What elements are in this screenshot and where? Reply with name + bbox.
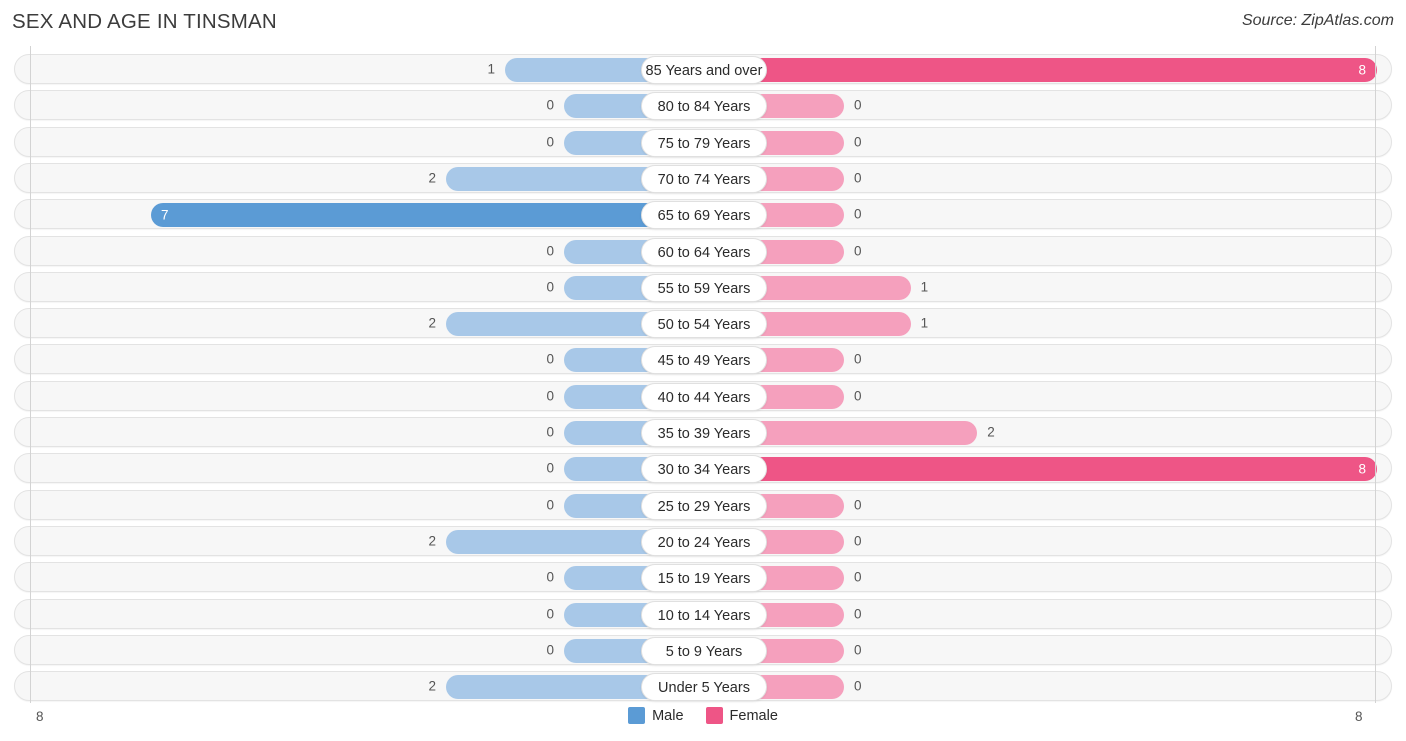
table-row: 2 0 20 to 24 Years	[14, 525, 1392, 556]
bar-value-male: 0	[546, 424, 554, 440]
bar-value-female-inside: 8	[1358, 62, 1366, 78]
bar-value-female: 0	[854, 206, 862, 222]
bar-value-male: 0	[546, 569, 554, 585]
table-row: 0 0 40 to 44 Years	[14, 380, 1392, 411]
category-label: 35 to 39 Years	[641, 419, 767, 447]
bar-value-male: 0	[546, 497, 554, 513]
bar-value-male: 2	[428, 533, 436, 549]
chart-header: SEX AND AGE IN TINSMAN Source: ZipAtlas.…	[0, 0, 1406, 46]
table-row: 0 0 80 to 84 Years	[14, 90, 1392, 121]
table-row: 0 2 35 to 39 Years	[14, 417, 1392, 447]
table-row: 8 1 85 Years and over	[14, 54, 1392, 84]
bar-value-female: 0	[854, 388, 862, 404]
chart-page: SEX AND AGE IN TINSMAN Source: ZipAtlas.…	[0, 0, 1406, 741]
table-row: 2 0 Under 5 Years	[14, 671, 1392, 702]
bar-value-female: 0	[854, 243, 862, 258]
category-label: 15 to 19 Years	[641, 564, 767, 593]
legend-swatch-female-icon	[705, 707, 723, 724]
bar-value-female: 1	[920, 279, 929, 295]
table-row: 0 0 25 to 29 Years	[14, 489, 1392, 520]
bar-value-male: 1	[487, 61, 495, 77]
category-label: 85 Years and over	[641, 56, 767, 84]
bar-value-female: 0	[854, 606, 862, 621]
bar-value-male: 0	[546, 279, 554, 295]
legend-label-male: Male	[652, 707, 684, 724]
category-label: 20 to 24 Years	[641, 527, 767, 556]
table-row: 0 0 45 to 49 Years	[14, 344, 1392, 375]
category-label: 75 to 79 Years	[641, 128, 767, 157]
table-row: 0 0 15 to 19 Years	[14, 562, 1392, 593]
legend-item-male[interactable]: Male	[628, 707, 684, 724]
table-row: 7 0 65 to 69 Years	[14, 199, 1392, 230]
bar-value-female: 2	[987, 424, 995, 440]
bar-value-female: 0	[854, 497, 862, 513]
bar-value-female: 0	[854, 642, 862, 658]
table-row: 8 0 30 to 34 Years	[14, 453, 1392, 484]
bar-value-female-inside: 8	[1358, 461, 1366, 477]
table-row: 2 1 50 to 54 Years	[14, 308, 1392, 339]
bar-value-male: 0	[546, 351, 554, 367]
table-row: 0 0 60 to 64 Years	[14, 235, 1392, 266]
category-label: 25 to 29 Years	[641, 491, 767, 520]
chart-legend: Male Female	[0, 707, 1406, 724]
category-label: 55 to 59 Years	[641, 273, 767, 302]
category-label: 65 to 69 Years	[641, 201, 767, 230]
bar-value-male: 2	[428, 678, 436, 694]
legend-swatch-male-icon	[628, 707, 646, 724]
chart-footer: 8 8 Male Female	[0, 703, 1406, 741]
bar-value-male: 2	[428, 315, 436, 331]
source-attribution: Source: ZipAtlas.com	[1241, 12, 1394, 29]
legend-item-female[interactable]: Female	[705, 707, 778, 724]
bar-female: 8	[701, 457, 1377, 482]
bar-value-female: 0	[854, 678, 862, 694]
category-label: 45 to 49 Years	[641, 346, 767, 375]
bar-value-female: 0	[854, 533, 862, 549]
page-title: SEX AND AGE IN TINSMAN	[12, 10, 277, 33]
category-label: 10 to 14 Years	[641, 600, 767, 629]
category-label: 40 to 44 Years	[641, 382, 767, 411]
bar-female: 8	[701, 58, 1377, 82]
bar-value-male: 0	[546, 243, 554, 258]
chart-plot-area: 8 1 85 Years and over 0 0 80 to 84 Years 0 0 75 …	[0, 46, 1406, 703]
bar-male: 7	[151, 203, 707, 228]
bar-value-male: 0	[546, 97, 554, 113]
table-row: 0 0 75 to 79 Years	[14, 126, 1392, 157]
bar-value-male: 0	[546, 642, 554, 658]
bar-value-female: 0	[854, 569, 862, 585]
bar-value-female: 0	[854, 351, 862, 367]
bar-value-male: 2	[428, 170, 436, 186]
legend-label-female: Female	[729, 707, 778, 724]
bar-value-female: 0	[854, 97, 862, 113]
category-label: 80 to 84 Years	[641, 92, 767, 121]
bar-value-female: 0	[854, 170, 862, 186]
bar-value-female: 0	[854, 134, 862, 150]
table-row: 0 0 10 to 14 Years	[14, 598, 1392, 629]
table-row: 0 1 55 to 59 Years	[14, 271, 1392, 302]
category-label: Under 5 Years	[641, 673, 767, 702]
table-row: 0 0 5 to 9 Years	[14, 634, 1392, 665]
axis-line-left	[30, 46, 31, 703]
bar-value-male: 0	[546, 134, 554, 150]
category-label: 5 to 9 Years	[641, 636, 767, 665]
category-label: 60 to 64 Years	[641, 237, 767, 266]
bar-value-male: 0	[546, 460, 554, 476]
table-row: 2 0 70 to 74 Years	[14, 162, 1392, 193]
category-label: 50 to 54 Years	[641, 310, 767, 339]
axis-line-right	[1375, 46, 1376, 703]
bar-value-female: 1	[920, 315, 929, 331]
category-label: 30 to 34 Years	[641, 455, 767, 484]
category-label: 70 to 74 Years	[641, 164, 767, 193]
bar-value-male-inside: 7	[161, 207, 169, 223]
bar-value-male: 0	[546, 388, 554, 404]
bar-value-male: 0	[546, 606, 554, 621]
